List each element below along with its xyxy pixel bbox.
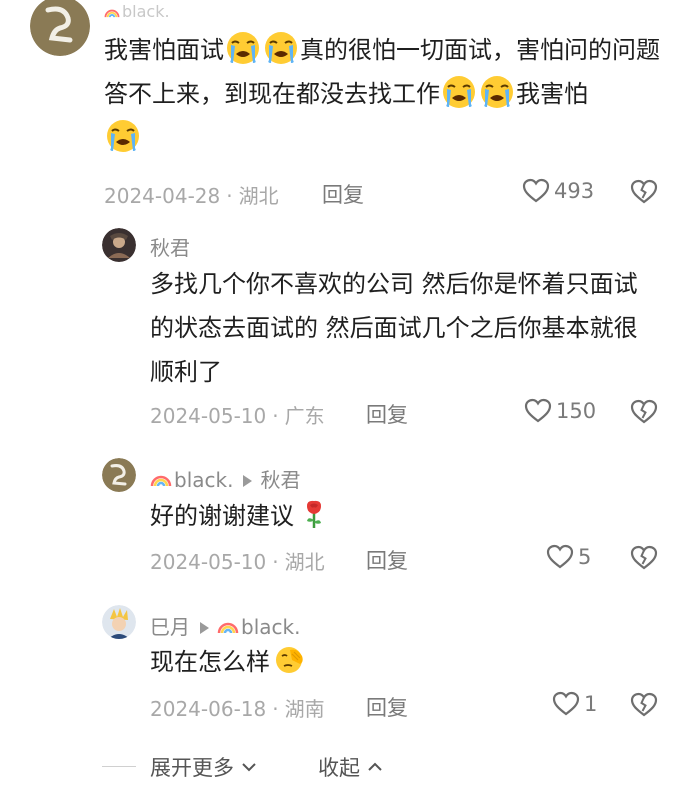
broken-heart-icon: [630, 545, 658, 571]
reply-button[interactable]: 回复: [366, 399, 408, 429]
reply-button[interactable]: 回复: [366, 545, 408, 575]
comment-text: 我害怕面试 真的很怕一切面试，害怕问的问题答不上来，到现在都没去找工作 我害怕: [104, 28, 664, 160]
comment-meta: 2024-04-28 · 湖北: [104, 184, 279, 208]
rose-emoji: [298, 498, 330, 530]
username-reply-chain: black. 秋君: [150, 464, 300, 493]
avatar[interactable]: [102, 458, 136, 492]
heart-outline-icon: [522, 178, 550, 204]
username[interactable]: 巳月: [150, 615, 190, 639]
chevron-up-icon: [368, 762, 382, 771]
dislike-button[interactable]: [630, 545, 658, 571]
comment-text: 现在怎么样: [150, 640, 306, 684]
comment-meta: 2024-05-10 · 湖北: [150, 550, 325, 574]
avatar[interactable]: [30, 0, 90, 56]
username-reply-chain: 巳月 black.: [150, 611, 300, 640]
username[interactable]: black.: [104, 2, 170, 21]
reply-button[interactable]: 回复: [366, 692, 408, 722]
like-button[interactable]: 493: [522, 178, 594, 204]
heart-outline-icon: [524, 398, 552, 424]
broken-heart-icon: [630, 399, 658, 425]
like-button[interactable]: 5: [546, 544, 591, 570]
comment-text: 多找几个你不喜欢的公司 然后你是怀着只面试的状态去面试的 然后面试几个之后你基本…: [150, 270, 638, 386]
rainbow-emoji: [217, 615, 239, 637]
username[interactable]: black.: [174, 468, 233, 492]
username[interactable]: 秋君: [150, 232, 190, 261]
like-button[interactable]: 150: [524, 398, 596, 424]
chevron-down-icon: [242, 763, 256, 772]
crying-face-emoji: [105, 118, 141, 154]
rainbow-emoji: [150, 468, 172, 490]
reply-to-username[interactable]: 秋君: [260, 468, 300, 492]
crying-face-emoji: [479, 74, 515, 110]
face-with-hand-emoji: [274, 644, 306, 676]
dislike-button[interactable]: [630, 179, 658, 205]
collapse-button[interactable]: 收起: [318, 752, 384, 782]
crying-face-emoji: [225, 30, 261, 66]
crying-face-emoji: [441, 74, 477, 110]
crying-face-emoji: [263, 30, 299, 66]
broken-heart-icon: [630, 179, 658, 205]
avatar[interactable]: [102, 228, 136, 262]
dislike-button[interactable]: [630, 692, 658, 718]
comment-meta: 2024-06-18 · 湖南: [150, 697, 325, 721]
reply-to-username[interactable]: black.: [241, 615, 300, 639]
comment-text: 好的谢谢建议: [150, 494, 330, 538]
expand-more-button[interactable]: 展开更多: [150, 752, 258, 782]
heart-outline-icon: [546, 544, 574, 570]
dislike-button[interactable]: [630, 399, 658, 425]
avatar[interactable]: [102, 605, 136, 639]
divider-line: [102, 766, 136, 767]
like-button[interactable]: 1: [552, 691, 597, 717]
reply-arrow-icon: [243, 475, 253, 487]
reply-arrow-icon: [200, 622, 209, 634]
heart-outline-icon: [552, 691, 580, 717]
broken-heart-icon: [630, 692, 658, 718]
comment-meta: 2024-05-10 · 广东: [150, 404, 325, 428]
reply-button[interactable]: 回复: [322, 179, 364, 209]
